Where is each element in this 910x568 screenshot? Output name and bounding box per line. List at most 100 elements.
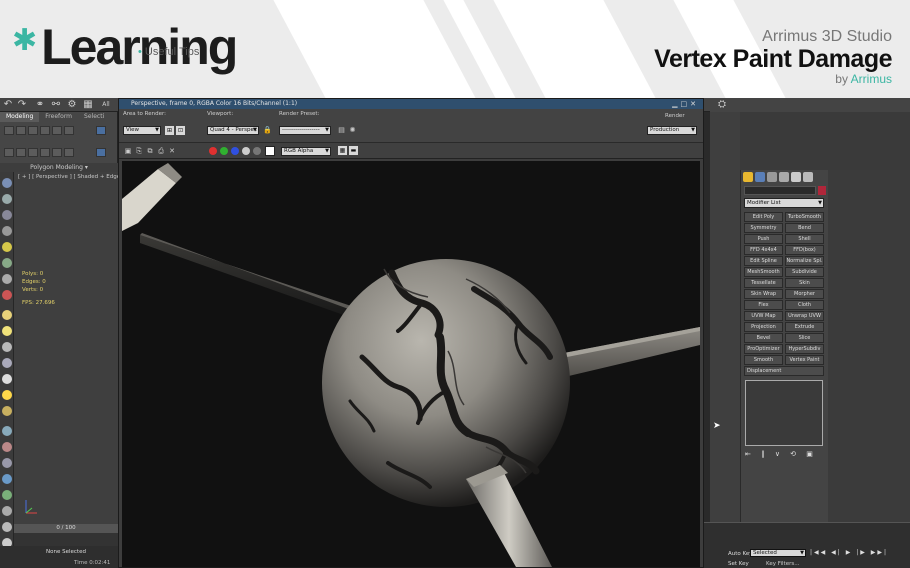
modifier-list-dropdown[interactable]: Modifier List ▼ xyxy=(744,198,824,208)
render-mode-dropdown[interactable]: Production ▼ xyxy=(647,126,697,135)
time-slider[interactable]: 0 / 100 xyxy=(14,524,118,532)
stack-controls[interactable]: ⇤ ‖ ∨ ⟲ ▣ xyxy=(745,450,825,460)
ribbon-button[interactable] xyxy=(64,148,74,157)
environment-icon[interactable]: ✺ xyxy=(348,126,357,135)
tool-icon[interactable] xyxy=(2,406,12,416)
modifier-button[interactable]: Bevel xyxy=(744,333,783,343)
tool-icon[interactable] xyxy=(2,178,12,188)
link-icon[interactable]: ⚭ xyxy=(34,99,46,111)
modifier-button[interactable]: Edit Spline xyxy=(744,256,783,266)
ribbon-button[interactable] xyxy=(96,148,106,157)
object-color-swatch[interactable] xyxy=(818,186,826,195)
ribbon-button[interactable] xyxy=(16,126,26,135)
tool-icon[interactable] xyxy=(2,194,12,204)
object-name-field[interactable] xyxy=(744,186,816,195)
green-channel-icon[interactable] xyxy=(220,147,228,155)
tool-icon[interactable] xyxy=(2,290,12,300)
key-selection-dropdown[interactable]: Selected ▼ xyxy=(750,549,806,557)
maximize-icon[interactable]: □ xyxy=(681,100,691,108)
tool-icon[interactable] xyxy=(2,242,12,252)
toggle-ui-overlay-icon[interactable]: ▦ xyxy=(338,146,347,155)
tool-icon[interactable] xyxy=(2,358,12,368)
channel-display-dropdown[interactable]: RGB Alpha ▼ xyxy=(281,147,331,156)
modifier-button[interactable]: Tessellate xyxy=(744,278,783,288)
ribbon-button[interactable] xyxy=(40,148,50,157)
auto-key-button[interactable]: Auto Key xyxy=(728,551,753,557)
tool-icon[interactable] xyxy=(2,226,12,236)
auto-region-icon[interactable]: ⊡ xyxy=(176,126,185,135)
modifier-button[interactable]: Push xyxy=(744,234,783,244)
tool-icon[interactable] xyxy=(2,458,12,468)
modifier-button[interactable]: Cloth xyxy=(785,300,824,310)
playback-controls[interactable]: |◀◀ ◀| ▶ |▶ ▶▶| xyxy=(810,549,888,556)
render-setup-icon[interactable]: ▤ xyxy=(337,126,346,135)
tool-icon[interactable] xyxy=(2,390,12,400)
track-bar[interactable] xyxy=(14,532,118,546)
modifier-button[interactable]: UVW Map xyxy=(744,311,783,321)
display-tab-icon[interactable] xyxy=(791,172,801,182)
modifier-button[interactable]: Shell xyxy=(785,234,824,244)
undo-icon[interactable]: ↶ xyxy=(2,99,14,111)
tool-icon[interactable] xyxy=(2,326,12,336)
ribbon-button[interactable] xyxy=(4,148,14,157)
modifier-button[interactable]: Skin xyxy=(785,278,824,288)
modifier-button[interactable]: Vertex Paint xyxy=(785,355,824,365)
modifier-button[interactable]: Slice xyxy=(785,333,824,343)
hierarchy-tab-icon[interactable] xyxy=(767,172,777,182)
tool-icon[interactable] xyxy=(2,274,12,284)
selection-filter-dropdown[interactable]: All xyxy=(98,99,114,111)
modifier-button[interactable]: Edit Poly xyxy=(744,212,783,222)
modifier-button[interactable]: TurboSmooth xyxy=(785,212,824,222)
modify-tab-icon[interactable] xyxy=(755,172,765,182)
ribbon-button[interactable] xyxy=(28,148,38,157)
render-preset-dropdown[interactable]: ------------------- ▼ xyxy=(279,126,331,135)
red-channel-icon[interactable] xyxy=(209,147,217,155)
minimize-icon[interactable]: ▁ xyxy=(672,100,680,108)
ribbon-tab-selection[interactable]: Selecti xyxy=(78,112,110,122)
tool-icon[interactable] xyxy=(2,506,12,516)
tool-icon[interactable] xyxy=(2,342,12,352)
modifier-stack[interactable] xyxy=(745,380,823,446)
tool-icon[interactable] xyxy=(2,258,12,268)
select-filter-icon[interactable]: ▦ xyxy=(82,99,94,111)
modifier-button[interactable]: Flex xyxy=(744,300,783,310)
ribbon-button[interactable] xyxy=(4,126,14,135)
edit-region-icon[interactable]: ⊞ xyxy=(165,126,174,135)
ribbon-button[interactable] xyxy=(52,148,62,157)
tool-icon[interactable] xyxy=(2,442,12,452)
close-icon[interactable]: ✕ xyxy=(690,100,699,108)
modifier-button[interactable]: ProOptimizer xyxy=(744,344,783,354)
right-viewport-area[interactable] xyxy=(828,170,910,522)
modifier-button[interactable]: Normalize Spl. xyxy=(785,256,824,266)
ribbon-button[interactable] xyxy=(96,126,106,135)
tool-icon[interactable] xyxy=(2,310,12,320)
color-swatch[interactable] xyxy=(265,146,275,156)
modifier-button[interactable]: Symmetry xyxy=(744,223,783,233)
ribbon-button[interactable] xyxy=(40,126,50,135)
redo-icon[interactable]: ↷ xyxy=(16,99,28,111)
key-filters-button[interactable]: Key Filters... xyxy=(766,561,799,567)
ribbon-tab-modeling[interactable]: Modeling xyxy=(0,112,40,122)
right-viewport[interactable] xyxy=(710,112,740,522)
ribbon-button[interactable] xyxy=(52,126,62,135)
render-window-title[interactable]: Perspective, frame 0, RGBA Color 16 Bits… xyxy=(119,99,703,109)
alpha-channel-icon[interactable] xyxy=(242,147,250,155)
modifier-button[interactable]: Displacement xyxy=(744,366,824,376)
tool-icon[interactable] xyxy=(2,474,12,484)
tool-icon[interactable] xyxy=(2,490,12,500)
tool-icon[interactable] xyxy=(2,210,12,220)
ribbon-button[interactable] xyxy=(16,148,26,157)
modifier-button[interactable]: Smooth xyxy=(744,355,783,365)
mono-icon[interactable] xyxy=(253,147,261,155)
ribbon-button[interactable] xyxy=(28,126,38,135)
tool-icon[interactable] xyxy=(2,522,12,532)
lock-icon[interactable]: 🔒 xyxy=(263,126,272,135)
area-to-render-dropdown[interactable]: View ▼ xyxy=(123,126,161,135)
modifier-button[interactable]: Skin Wrap xyxy=(744,289,783,299)
modifier-button[interactable]: Projection xyxy=(744,322,783,332)
polygon-modeling-menu[interactable]: Polygon Modeling ▾ xyxy=(0,163,118,172)
modifier-button[interactable]: Unwrap UVW xyxy=(785,311,824,321)
clear-icon[interactable]: ✕ xyxy=(166,145,178,157)
left-viewport[interactable]: [ + ] [ Perspective ] [ Shaded + Edged F… xyxy=(14,172,145,542)
utilities-tab-icon[interactable] xyxy=(803,172,813,182)
